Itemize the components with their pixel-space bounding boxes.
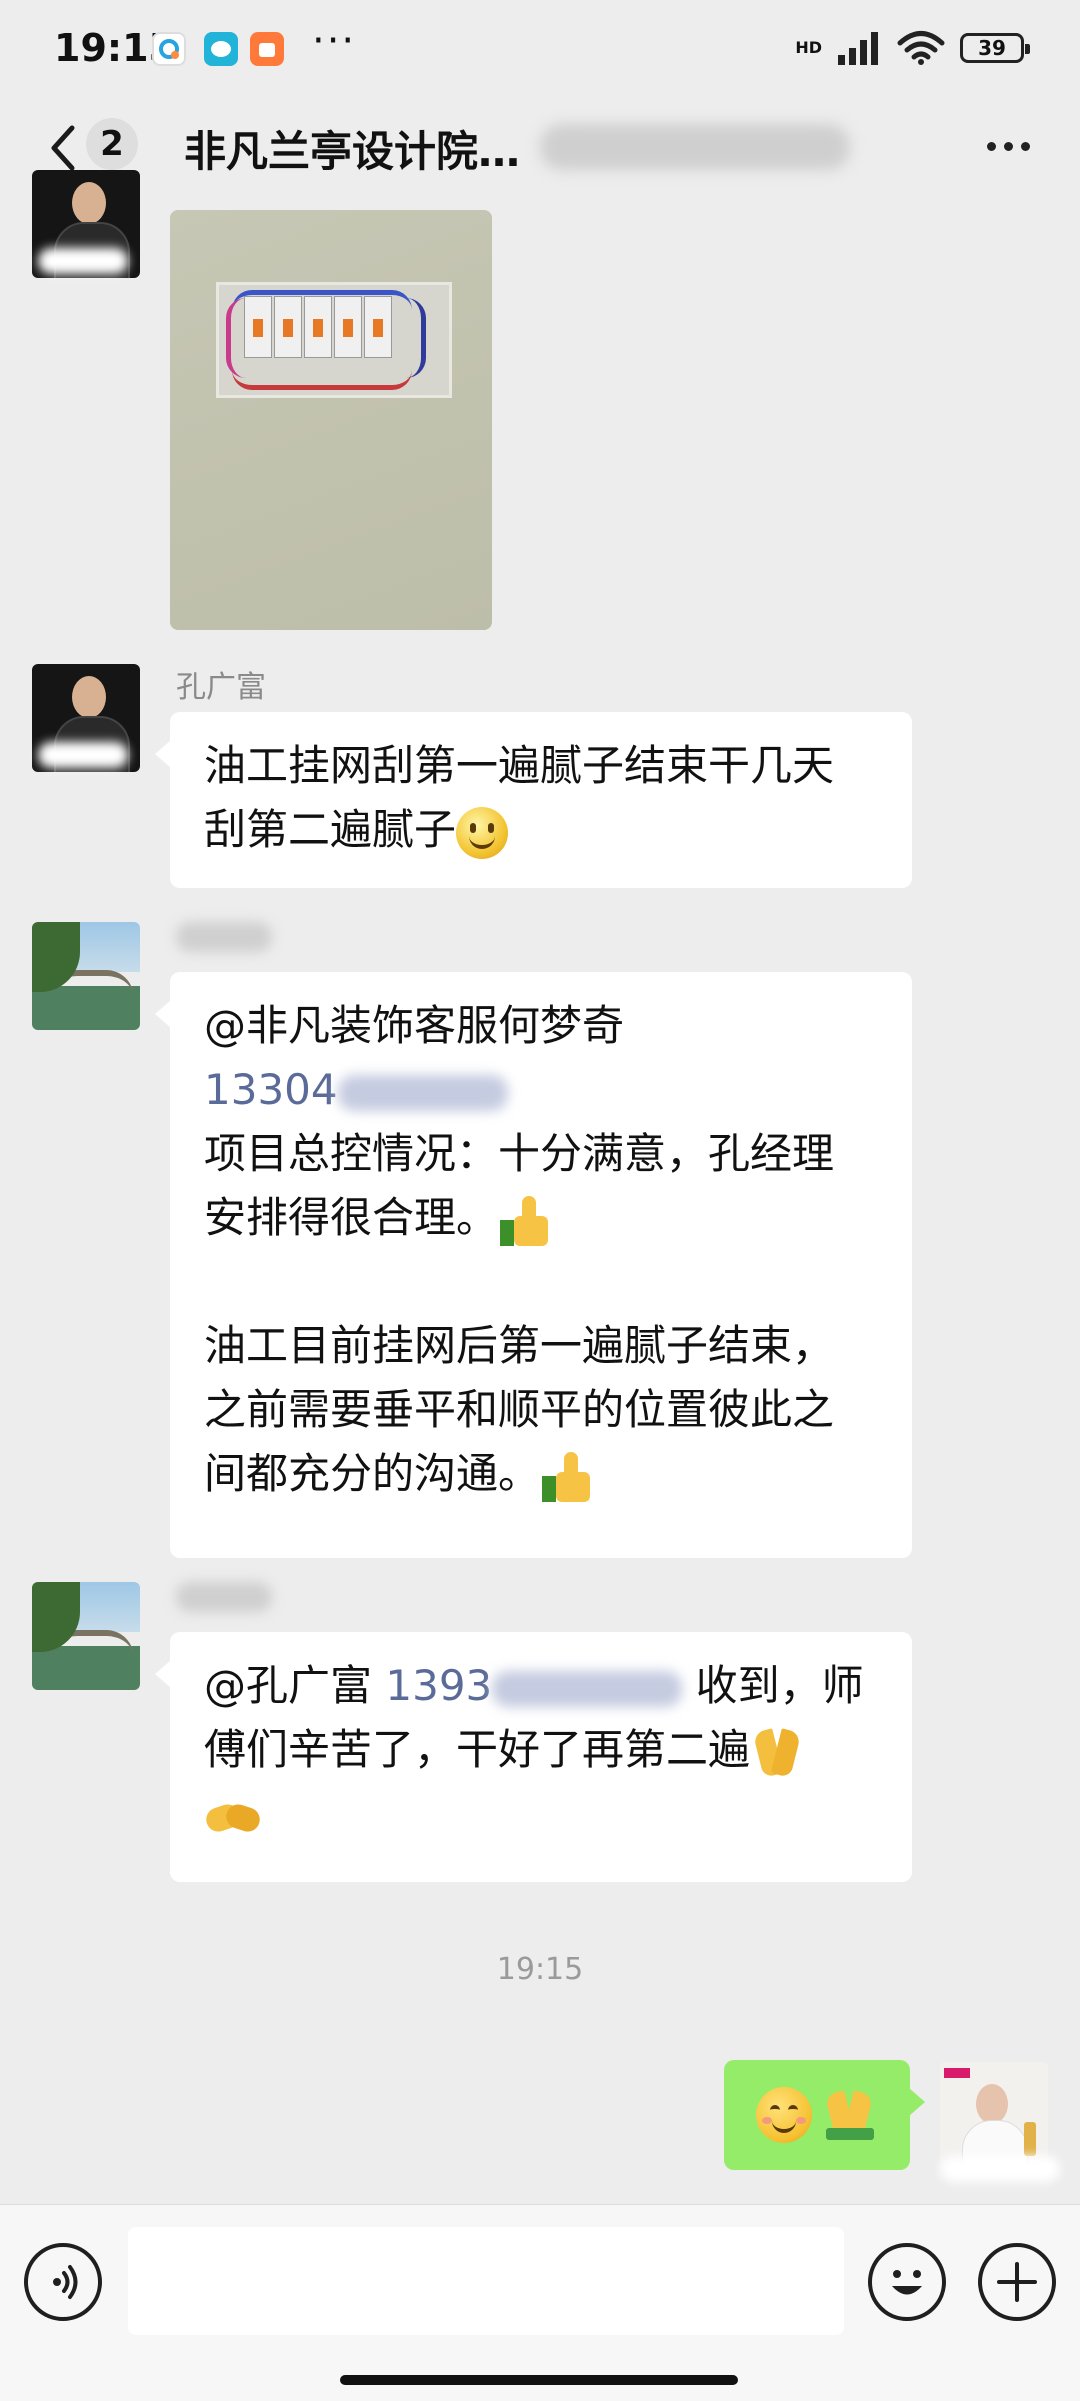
more-actions-button[interactable]	[978, 2243, 1056, 2321]
message-line: 油工挂网刮第一遍腻子结束干几天	[204, 741, 835, 790]
pray-emoji-icon	[822, 2088, 878, 2142]
chat-title[interactable]: 非凡兰亭设计院…	[184, 118, 520, 179]
phone-link[interactable]: 13304	[204, 1065, 338, 1114]
sender-name-redaction	[176, 1582, 272, 1612]
network-type: HD	[795, 38, 822, 57]
status-bar: 19:15 ··· HD 39	[0, 0, 1080, 104]
wifi-icon	[897, 31, 945, 65]
input-bar	[0, 2204, 1080, 2401]
message-line	[204, 1250, 878, 1314]
image-message[interactable]	[170, 210, 492, 630]
message-line: 之前需要垂平和顺平的位置彼此之	[204, 1385, 835, 1434]
message-bubble[interactable]: @非凡装饰客服何梦奇 13304 项目总控情况：十分满意，孔经理 安排得很合理。…	[155, 972, 912, 1558]
pray-emoji-icon	[750, 1726, 806, 1780]
message-line: 油工目前挂网后第一遍腻子结束，	[204, 1321, 835, 1370]
app-notification-icon	[152, 32, 186, 66]
voice-button[interactable]	[24, 2243, 102, 2321]
message-line: 安排得很合理。	[204, 1193, 499, 1242]
thumbs-up-emoji-icon	[540, 1450, 594, 1504]
message-line: 项目总控情况：十分满意，孔经理	[204, 1129, 835, 1178]
sender-name-redaction	[176, 922, 272, 952]
app-notification-icon	[204, 32, 238, 66]
more-menu-button[interactable]	[972, 118, 1044, 174]
plus-icon	[997, 2262, 1037, 2302]
phone-link[interactable]: 1393	[385, 1661, 492, 1710]
emoji-button[interactable]	[868, 2243, 946, 2321]
avatar-name-redaction	[38, 742, 128, 768]
sender-name: 孔广富	[176, 670, 266, 705]
message-line: 刮第二遍腻子	[204, 805, 457, 854]
battery-icon: 39	[960, 33, 1030, 63]
unread-badge: 2	[86, 118, 138, 170]
avatar-name-redaction	[38, 248, 128, 274]
back-button[interactable]	[38, 120, 88, 176]
avatar-name-redaction	[940, 2156, 1060, 2182]
thumbs-up-emoji-icon	[498, 1194, 552, 1248]
message-line: 间都充分的沟通。	[204, 1449, 541, 1498]
message-line: 傅们辛苦了，干好了再第二遍	[204, 1725, 751, 1774]
message-list[interactable]: 孔广富 油工挂网刮第一遍腻子结束干几天 刮第二遍腻子 @非凡装饰客服何梦奇 13…	[0, 170, 1080, 2200]
signal-icon	[838, 32, 878, 65]
smile-emoji-icon	[456, 806, 509, 859]
message-timestamp: 19:15	[496, 1952, 584, 1987]
avatar[interactable]	[32, 1582, 140, 1690]
voice-icon	[53, 2265, 78, 2299]
chevron-left-icon	[51, 125, 75, 171]
status-indicators: HD 39	[795, 30, 1030, 66]
handshake-emoji-icon	[203, 1796, 263, 1838]
title-redaction	[540, 124, 850, 170]
phone-redaction	[492, 1670, 683, 1707]
phone-redaction	[337, 1074, 508, 1111]
app-notification-icon	[250, 32, 284, 66]
home-indicator[interactable]	[340, 2375, 738, 2385]
emoji-icon	[892, 2270, 922, 2295]
message-input[interactable]	[128, 2227, 844, 2335]
self-avatar[interactable]	[940, 2062, 1048, 2170]
status-more-icon: ···	[312, 18, 357, 64]
chat-header: 2 非凡兰亭设计院…	[0, 104, 1080, 190]
outgoing-message-bubble[interactable]	[724, 2060, 925, 2170]
blush-emoji-icon	[756, 2087, 812, 2143]
message-bubble[interactable]: @孔广富 1393 收到，师 傅们辛苦了，干好了再第二遍	[155, 1632, 912, 1882]
message-line: 收到，师	[695, 1661, 864, 1710]
avatar[interactable]	[32, 922, 140, 1030]
message-bubble[interactable]: 油工挂网刮第一遍腻子结束干几天 刮第二遍腻子	[155, 712, 912, 888]
mention[interactable]: @孔广富	[204, 1661, 372, 1710]
mention[interactable]: @非凡装饰客服何梦奇	[204, 1001, 624, 1050]
battery-level: 39	[978, 36, 1006, 60]
more-dots-icon	[986, 141, 996, 151]
